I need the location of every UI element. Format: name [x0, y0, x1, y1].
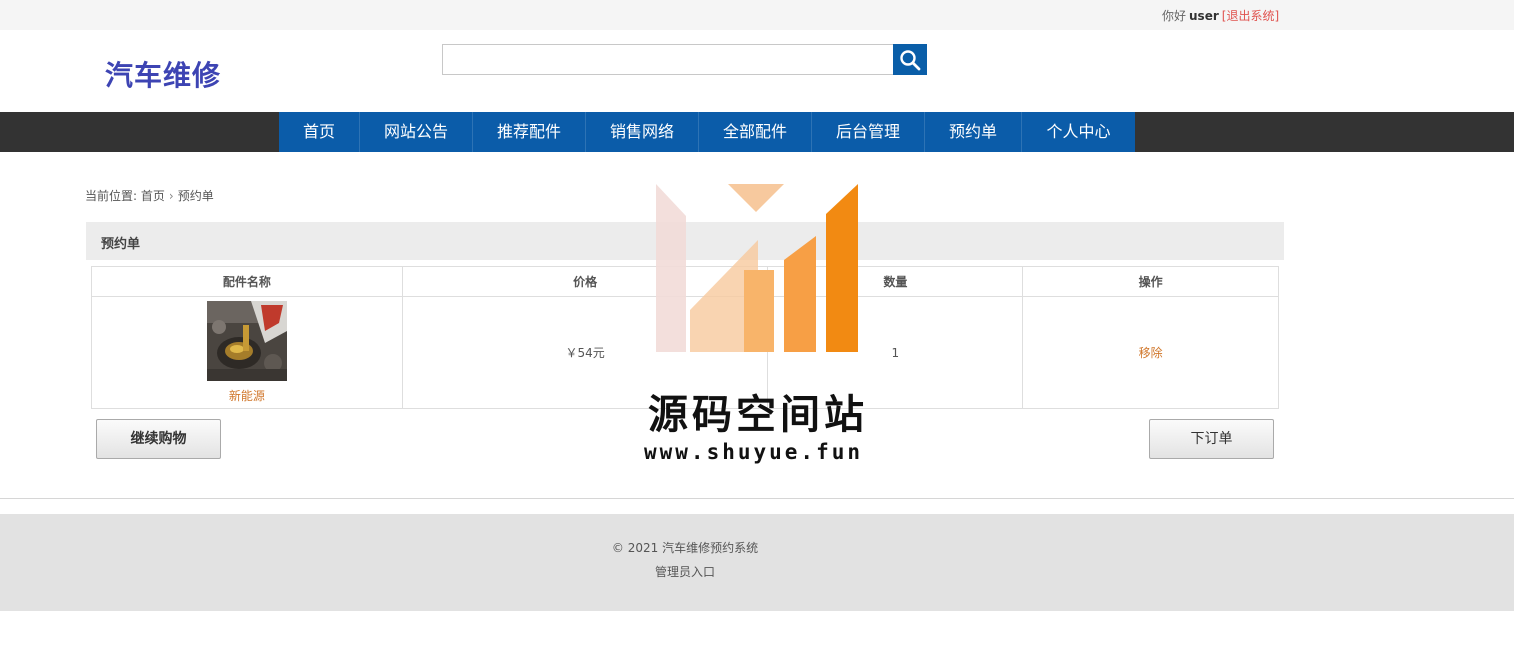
nav-item-announcements[interactable]: 网站公告 — [360, 112, 473, 152]
header: 汽车维修 — [0, 30, 1514, 112]
nav-item-profile[interactable]: 个人中心 — [1022, 112, 1135, 152]
nav-item-sales-network[interactable]: 销售网络 — [586, 112, 699, 152]
nav-item-all-parts[interactable]: 全部配件 — [699, 112, 812, 152]
logout-link[interactable]: [退出系统] — [1222, 9, 1279, 23]
username: user — [1189, 9, 1219, 23]
main-nav: 首页 网站公告 推荐配件 销售网络 全部配件 后台管理 预约单 个人中心 — [279, 112, 1135, 152]
top-bar: 你好 user [退出系统] — [0, 0, 1514, 30]
admin-entry-link[interactable]: 管理员入口 — [0, 563, 1370, 580]
nav-item-orders[interactable]: 预约单 — [925, 112, 1022, 152]
footer-divider — [0, 498, 1514, 499]
breadcrumb-separator: › — [168, 189, 174, 203]
breadcrumb-home[interactable]: 首页 — [141, 189, 165, 203]
order-table: 配件名称 价格 数量 操作 新能源 ￥54元 1 移除 — [91, 266, 1279, 409]
nav-item-recommended-parts[interactable]: 推荐配件 — [473, 112, 586, 152]
panel-title: 预约单 — [101, 237, 141, 252]
greeting-text: 你好 — [1162, 9, 1187, 23]
nav-item-admin[interactable]: 后台管理 — [812, 112, 925, 152]
col-header-part-name: 配件名称 — [91, 266, 403, 297]
col-header-price: 价格 — [401, 266, 769, 297]
breadcrumb-current: 预约单 — [177, 189, 214, 203]
nav-item-home[interactable]: 首页 — [279, 112, 360, 152]
panel-header: 预约单 — [86, 222, 1284, 260]
cell-quantity: 1 — [767, 296, 1024, 409]
col-header-quantity: 数量 — [767, 266, 1024, 297]
nav-bar: 首页 网站公告 推荐配件 销售网络 全部配件 后台管理 预约单 个人中心 — [0, 112, 1514, 152]
search-input[interactable] — [442, 44, 894, 75]
footer-copyright: © 2021 汽车维修预约系统 — [611, 541, 759, 555]
table-header-row: 配件名称 价格 数量 操作 — [91, 266, 1279, 297]
cell-price: ￥54元 — [401, 296, 769, 409]
search-icon — [900, 49, 921, 70]
watermark-url: www.shuyue.fun — [644, 440, 864, 464]
remove-link[interactable]: 移除 — [1139, 346, 1163, 360]
search-button[interactable] — [893, 44, 927, 75]
cell-part: 新能源 — [91, 296, 403, 409]
col-header-action: 操作 — [1022, 266, 1279, 297]
part-name-link[interactable]: 新能源 — [92, 387, 402, 404]
breadcrumb-prefix: 当前位置: — [85, 189, 138, 203]
breadcrumb: 当前位置: 首页 › 预约单 — [85, 187, 214, 204]
cell-action: 移除 — [1022, 296, 1279, 409]
table-row: 新能源 ￥54元 1 移除 — [91, 296, 1279, 409]
user-greeting: 你好 user [退出系统] — [1162, 7, 1279, 24]
place-order-button[interactable]: 下订单 — [1149, 419, 1274, 459]
part-image[interactable] — [206, 301, 287, 381]
continue-shopping-button[interactable]: 继续购物 — [96, 419, 221, 459]
footer: © 2021 汽车维修预约系统 管理员入口 — [0, 514, 1514, 611]
site-logo[interactable]: 汽车维修 — [105, 54, 221, 94]
